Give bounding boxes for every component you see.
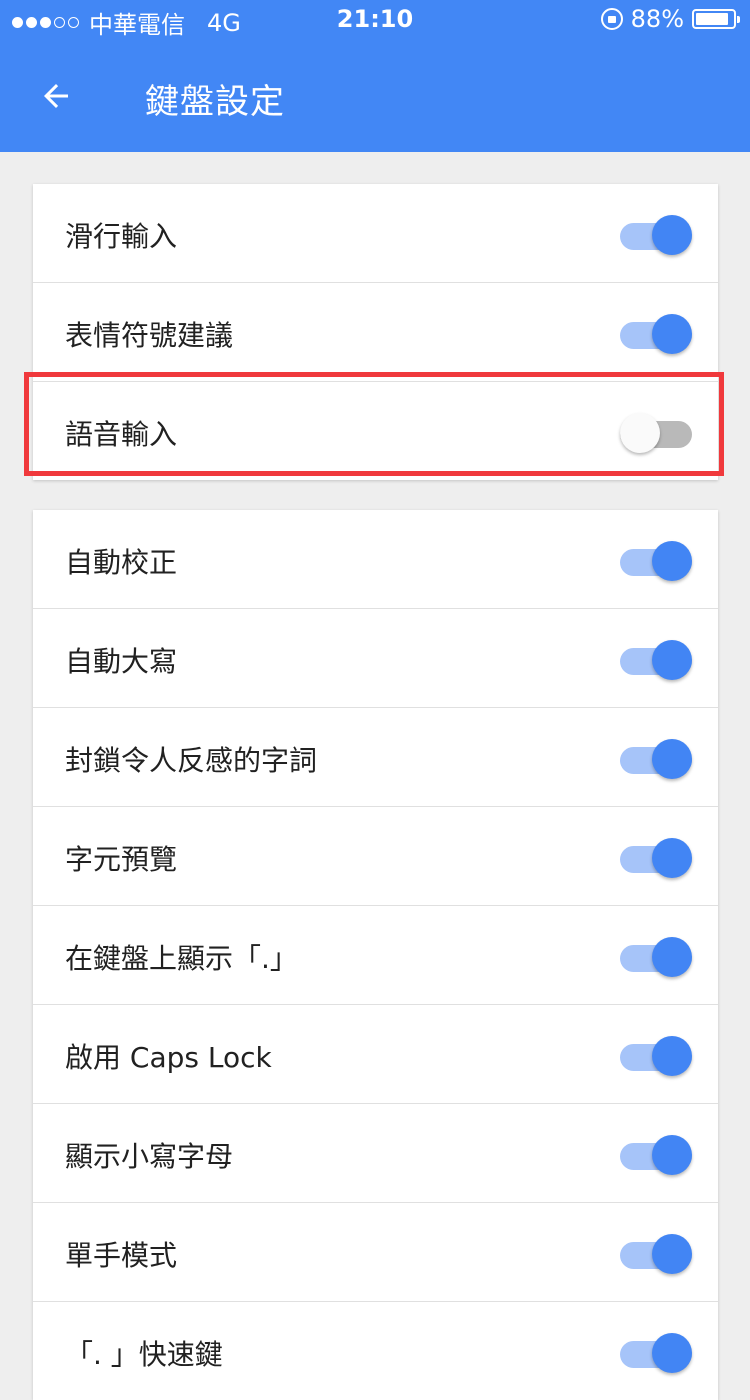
toggle-switch[interactable] — [620, 213, 692, 255]
highlight-box — [24, 372, 724, 476]
setting-label: 「. 」快速鍵 — [65, 1338, 223, 1371]
setting-label: 表情符號建議 — [65, 319, 234, 352]
back-button[interactable] — [28, 68, 84, 124]
battery-percent: 88% — [630, 5, 684, 33]
setting-row-show-period-key[interactable]: 在鍵盤上顯示「.」 — [33, 906, 718, 1005]
toggle-switch[interactable] — [620, 312, 692, 354]
toggle-switch[interactable] — [620, 836, 692, 878]
setting-row-emoji-suggestions[interactable]: 表情符號建議 — [33, 283, 718, 382]
toggle-switch[interactable] — [620, 539, 692, 581]
setting-row-auto-correction[interactable]: 自動校正 — [33, 510, 718, 609]
toggle-switch[interactable] — [620, 1331, 692, 1373]
setting-row-show-lowercase[interactable]: 顯示小寫字母 — [33, 1104, 718, 1203]
setting-row-character-preview[interactable]: 字元預覽 — [33, 807, 718, 906]
rotation-lock-icon — [600, 8, 623, 30]
toggle-switch[interactable] — [620, 935, 692, 977]
toggle-switch[interactable] — [620, 1232, 692, 1274]
toggle-switch[interactable] — [620, 1133, 692, 1175]
setting-label: 單手模式 — [65, 1239, 178, 1272]
setting-label: 自動大寫 — [65, 645, 178, 678]
toggle-switch[interactable] — [620, 1034, 692, 1076]
arrow-left-icon — [44, 84, 68, 108]
setting-label: 滑行輸入 — [65, 220, 178, 253]
settings-card-correction: 自動校正 自動大寫 封鎖令人反感的字詞 字元預覽 在鍵盤上顯示「.」 啟用 Ca… — [33, 510, 718, 1400]
setting-row-glide-typing[interactable]: 滑行輸入 — [33, 184, 718, 283]
status-right: 88% — [600, 5, 740, 33]
toggle-switch[interactable] — [620, 737, 692, 779]
setting-label: 字元預覽 — [65, 843, 178, 876]
switch-thumb — [652, 1234, 692, 1274]
setting-label: 自動校正 — [65, 546, 178, 579]
toggle-switch[interactable] — [620, 638, 692, 680]
page-title: 鍵盤設定 — [145, 82, 285, 122]
switch-thumb — [652, 937, 692, 977]
switch-thumb — [652, 640, 692, 680]
switch-thumb — [652, 1036, 692, 1076]
setting-row-period-shortcut[interactable]: 「. 」快速鍵 — [33, 1302, 718, 1400]
battery-level — [696, 13, 728, 25]
setting-label: 啟用 Caps Lock — [65, 1041, 272, 1074]
switch-thumb — [652, 314, 692, 354]
setting-row-block-offensive-words[interactable]: 封鎖令人反感的字詞 — [33, 708, 718, 807]
switch-thumb — [652, 838, 692, 878]
switch-thumb — [652, 1135, 692, 1175]
switch-thumb — [652, 215, 692, 255]
app-bar: 鍵盤設定 — [0, 40, 750, 152]
status-bar: 中華電信 4G 21:10 88% — [0, 0, 750, 40]
battery-icon — [692, 9, 740, 29]
switch-thumb — [652, 1333, 692, 1373]
setting-row-caps-lock[interactable]: 啟用 Caps Lock — [33, 1005, 718, 1104]
switch-thumb — [652, 541, 692, 581]
setting-row-auto-capitalization[interactable]: 自動大寫 — [33, 609, 718, 708]
switch-thumb — [652, 739, 692, 779]
setting-label: 顯示小寫字母 — [65, 1140, 234, 1173]
setting-label: 封鎖令人反感的字詞 — [65, 744, 318, 777]
setting-label: 在鍵盤上顯示「.」 — [65, 942, 298, 975]
setting-row-one-handed-mode[interactable]: 單手模式 — [33, 1203, 718, 1302]
